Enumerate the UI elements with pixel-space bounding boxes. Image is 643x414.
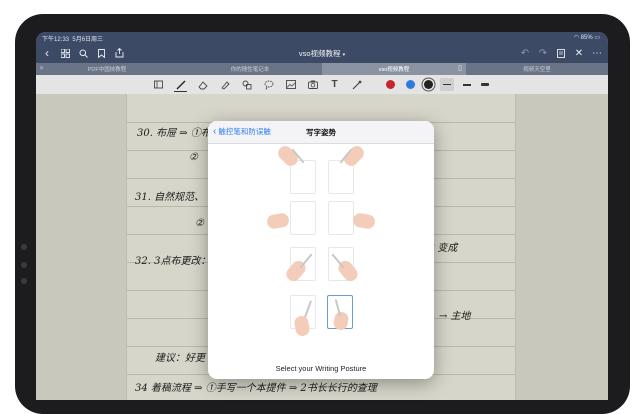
handwriting-line: ② [195, 218, 204, 229]
posture-option-bottom-right-selected[interactable] [327, 295, 353, 332]
stylus-illustration [303, 300, 313, 318]
canvas-margin-left [36, 94, 126, 400]
handwriting-line: ② [189, 152, 198, 163]
color-red-swatch[interactable] [386, 80, 395, 89]
side-sensor [21, 262, 27, 268]
stroke-medium-option[interactable] [460, 78, 473, 91]
side-sensor [21, 278, 27, 284]
posture-option-lower-left[interactable] [283, 247, 316, 284]
close-tab-icon[interactable]: ✕ [39, 65, 44, 72]
handwriting-line: → 主地 [439, 311, 471, 322]
pen-icon[interactable] [174, 78, 187, 92]
hand-illustration [265, 212, 291, 230]
tab-notes[interactable]: 你的随性笔记本 [178, 63, 322, 75]
undo-icon[interactable]: ↶ [518, 46, 532, 60]
tab-sky[interactable]: 视频天空里 [466, 63, 608, 75]
nav-bar: ‹ vso视频教程 ▾ ↶ ↷ ✕ ⋯ [36, 43, 608, 63]
camera-icon[interactable] [306, 78, 319, 91]
handwriting-line: 32. 3点布更改： [135, 256, 211, 267]
status-battery: 85% [580, 35, 593, 41]
color-blue-swatch[interactable] [406, 80, 415, 89]
stroke-thick-option[interactable] [478, 78, 491, 91]
split-view-icon[interactable]: ▯ [458, 64, 462, 72]
redo-icon[interactable]: ↷ [536, 46, 550, 60]
popover-title: 写字姿势 [306, 128, 336, 137]
color-black-swatch[interactable] [424, 80, 433, 89]
posture-option-bottom-left[interactable] [290, 295, 316, 338]
writing-posture-popover: ‹ 触控笔和防误触 写字姿势 Select your Writing Postur… [208, 121, 434, 379]
tab-pdf[interactable]: ✕ PDF中国技教程 [36, 63, 178, 75]
page-icon[interactable] [554, 46, 568, 60]
more-icon[interactable]: ⋯ [590, 46, 604, 60]
handwriting-line: 30. 布屉 ⇒ ①布 [137, 128, 211, 139]
read-mode-icon[interactable] [152, 78, 165, 91]
posture-caption: Select your Writing Posture [275, 364, 367, 373]
hand-illustration [293, 314, 311, 338]
hand-illustration [351, 212, 377, 230]
close-icon[interactable]: ✕ [572, 46, 586, 60]
eraser-icon[interactable] [196, 78, 209, 91]
hand-illustration [332, 310, 350, 332]
handwriting-line: 31. 自然规范、 ① [135, 192, 218, 203]
lasso-icon[interactable] [262, 78, 275, 91]
tab-video-tutorial[interactable]: vso视频教程 ▯ [322, 63, 466, 75]
posture-option-mid-left[interactable] [265, 201, 316, 235]
text-icon[interactable]: T [328, 78, 341, 91]
handwriting-line: 34 着稿流程 ⇒ ①手写一个本提件 ⇒ 2书长长行的查理 [135, 383, 377, 394]
popover-header: ‹ 触控笔和防误触 写字姿势 [208, 121, 434, 144]
handwriting-line: 建议：好更 [155, 353, 205, 364]
wifi-icon: ◠ [573, 35, 579, 41]
shapes-icon[interactable] [240, 78, 253, 91]
canvas-margin-right [514, 94, 608, 400]
stroke-thin-option[interactable] [440, 78, 454, 91]
battery-icon: ▭ [594, 35, 600, 41]
status-bar: 下午12:33 5月6日周三 ◠ 85% ▭ [36, 32, 608, 43]
side-sensor [21, 244, 27, 250]
posture-option-top-left[interactable] [275, 143, 316, 194]
posture-option-mid-right[interactable] [328, 201, 377, 235]
highlighter-icon[interactable] [218, 78, 231, 91]
laser-pointer-icon[interactable] [350, 78, 363, 91]
drawing-toolbar: T [36, 75, 608, 95]
image-icon[interactable] [284, 78, 297, 91]
posture-option-lower-right[interactable] [328, 247, 361, 284]
posture-option-top-right[interactable] [328, 143, 367, 194]
tab-bar: ✕ PDF中国技教程 你的随性笔记本 vso视频教程 ▯ 视频天空里 [36, 63, 608, 75]
